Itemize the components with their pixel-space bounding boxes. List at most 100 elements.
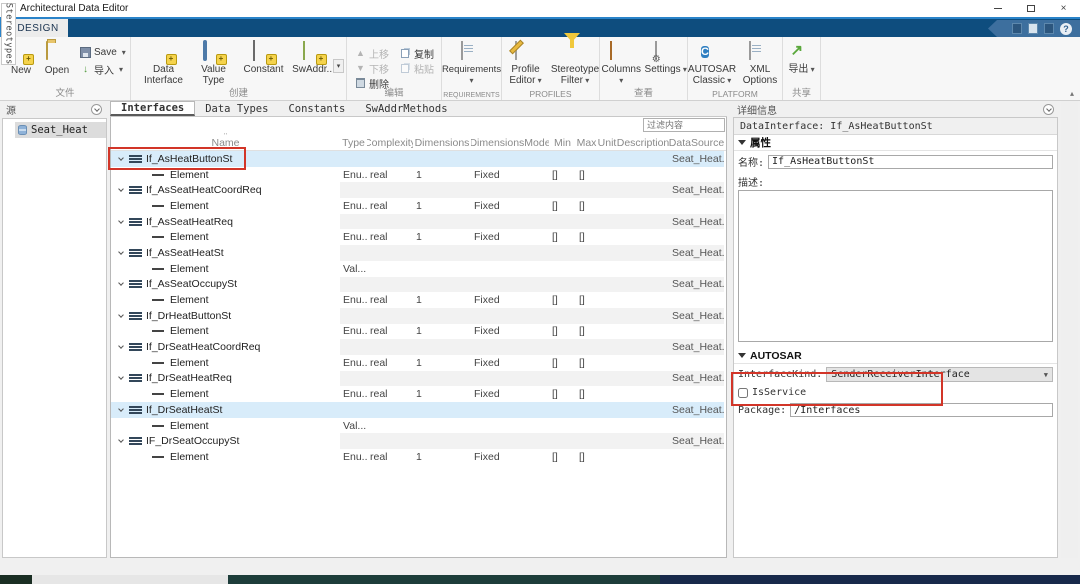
close-button[interactable]: × — [1047, 0, 1080, 17]
collapse-chevron-icon[interactable] — [118, 312, 124, 318]
interface-row[interactable]: If_DrSeatHeatStSeat_Heat... — [111, 402, 726, 418]
constant-button[interactable]: Constant — [240, 40, 288, 90]
column-header-dimensions[interactable]: Dimensions — [413, 133, 471, 150]
interface-row[interactable]: If_AsSeatOccupyStSeat_Heat... — [111, 277, 726, 293]
column-header-unit[interactable]: Unit — [597, 133, 617, 150]
column-header-datasource[interactable]: DataSource — [669, 133, 724, 150]
quick-paste-icon[interactable] — [1044, 23, 1054, 34]
help-icon[interactable]: ? — [1060, 23, 1072, 35]
element-row[interactable]: ElementEnu...real1Fixed[][] — [111, 292, 726, 308]
is-service-checkbox[interactable] — [738, 388, 748, 398]
column-header-description[interactable]: Description — [617, 133, 669, 150]
interface-row[interactable]: IF_DrSeatOccupyStSeat_Heat... — [111, 433, 726, 449]
data-interface-button[interactable]: Data Interface — [140, 40, 188, 90]
collapse-chevron-icon[interactable] — [118, 375, 124, 381]
autosar-classic-icon: C — [701, 42, 723, 62]
collapse-chevron-icon[interactable] — [118, 281, 124, 287]
xml-options-button[interactable]: XML Options — [738, 40, 782, 90]
autosar-classic-button[interactable]: C AUTOSAR Classic — [688, 40, 736, 90]
dimensionsmode-cell: Fixed — [471, 292, 549, 308]
column-header-min[interactable]: Min — [549, 133, 576, 150]
column-header-dimensionsmode[interactable]: DimensionsMode — [471, 133, 549, 150]
create-overflow-button[interactable]: ▾ — [333, 59, 344, 73]
datasource-cell: Seat_Heat... — [669, 308, 724, 324]
tab-constants[interactable]: Constants — [278, 101, 355, 116]
type-cell: Enu... — [340, 167, 367, 183]
source-panel-collapse-button[interactable] — [91, 104, 102, 115]
dimensions-cell: 1 — [413, 229, 471, 245]
settings-button[interactable]: Settings — [645, 40, 688, 90]
tab-swaddrmethods[interactable]: SwAddrMethods — [355, 101, 457, 116]
element-row[interactable]: ElementEnu...real1Fixed[][] — [111, 167, 726, 183]
move-down-button[interactable]: ▼下移 — [355, 62, 389, 74]
collapse-chevron-icon[interactable] — [118, 186, 124, 192]
filter-input[interactable] — [643, 118, 725, 132]
collapse-chevron-icon[interactable] — [118, 343, 124, 349]
element-row[interactable]: ElementVal... — [111, 261, 726, 277]
element-row[interactable]: ElementEnu...real1Fixed[][] — [111, 355, 726, 371]
name-field[interactable] — [768, 155, 1053, 169]
swaddr-button[interactable]: SwAddr... — [290, 40, 338, 90]
description-field[interactable] — [738, 190, 1053, 342]
minimize-button[interactable] — [981, 0, 1014, 17]
interface-row[interactable]: If_DrSeatHeatReqSeat_Heat... — [111, 371, 726, 387]
quick-save-icon[interactable] — [1012, 23, 1022, 34]
interface-row[interactable]: If_DrHeatButtonStSeat_Heat... — [111, 308, 726, 324]
package-field[interactable] — [790, 403, 1053, 417]
column-header-type[interactable]: Type — [340, 133, 367, 150]
paste-button[interactable]: 粘贴 — [399, 62, 434, 74]
tab-interfaces[interactable]: Interfaces — [110, 101, 195, 116]
import-button[interactable]: ↓ 导入▾ — [80, 62, 126, 77]
open-button[interactable]: Open — [40, 40, 74, 90]
save-button[interactable]: Save▾ — [80, 47, 126, 58]
collapse-chevron-icon[interactable] — [118, 437, 124, 443]
collapse-chevron-icon[interactable] — [118, 249, 124, 255]
collapse-chevron-icon[interactable] — [118, 406, 124, 412]
requirements-button[interactable]: Requirements — [443, 40, 501, 90]
tab-design[interactable]: DESIGN — [8, 19, 68, 37]
autosar-section-header[interactable]: AUTOSAR — [734, 348, 1057, 364]
group-label-profiles: PROFILES — [502, 89, 599, 99]
interface-kind-dropdown[interactable]: SenderReceiverInterface ▼ — [826, 367, 1053, 382]
max-cell: [] — [576, 355, 597, 371]
copy-button[interactable]: 复制 — [399, 47, 434, 59]
interface-row[interactable]: If_AsHeatButtonStSeat_Heat... — [111, 151, 726, 167]
columns-button[interactable]: Columns — [600, 40, 643, 90]
element-row[interactable]: ElementEnu...real1Fixed[][] — [111, 229, 726, 245]
column-header-max[interactable]: Max — [576, 133, 597, 150]
column-header-name[interactable]: Name^ — [111, 133, 340, 150]
collapse-chevron-icon[interactable] — [118, 218, 124, 224]
element-row[interactable]: ElementVal... — [111, 418, 726, 434]
element-row[interactable]: ElementEnu...real1Fixed[][] — [111, 449, 726, 465]
interface-row[interactable]: If_AsSeatHeatCoordReqSeat_Heat... — [111, 182, 726, 198]
export-button[interactable]: ↗ 导出 — [785, 40, 819, 90]
interface-row[interactable]: If_AsSeatHeatReqSeat_Heat... — [111, 214, 726, 230]
quick-copy-icon[interactable] — [1028, 23, 1038, 34]
column-header-complexity[interactable]: Complexity — [367, 133, 413, 150]
element-name: Element — [170, 263, 209, 275]
value-type-button[interactable]: Value Type — [190, 40, 238, 90]
min-cell: [] — [549, 386, 576, 402]
group-label-create: 创建 — [131, 85, 346, 99]
interface-row[interactable]: If_AsSeatHeatStSeat_Heat... — [111, 245, 726, 261]
element-name: Element — [170, 200, 209, 212]
profile-editor-button[interactable]: Profile Editor — [502, 40, 549, 90]
interface-row[interactable]: If_DrSeatHeatCoordReqSeat_Heat... — [111, 339, 726, 355]
tab-data-types[interactable]: Data Types — [195, 101, 278, 116]
tree-item-seat-heat[interactable]: Seat_Heat — [15, 122, 106, 138]
tab-stereotypes[interactable]: Stereotypes — [1, 3, 16, 65]
empty-cell — [471, 339, 549, 355]
datasource-cell: Seat_Heat... — [669, 245, 724, 261]
element-row[interactable]: ElementEnu...real1Fixed[][] — [111, 386, 726, 402]
details-panel-collapse-button[interactable] — [1043, 104, 1054, 115]
min-cell — [549, 418, 576, 434]
element-row[interactable]: ElementEnu...real1Fixed[][] — [111, 198, 726, 214]
collapse-chevron-icon[interactable] — [118, 155, 124, 161]
empty-cell — [576, 245, 597, 261]
stereotype-filter-button[interactable]: Stereotype Filter — [551, 40, 599, 90]
maximize-button[interactable] — [1014, 0, 1047, 17]
properties-section-header[interactable]: 属性 — [734, 135, 1057, 151]
collapse-ribbon-button[interactable]: ▴ — [1070, 89, 1074, 98]
element-row[interactable]: ElementEnu...real1Fixed[][] — [111, 324, 726, 340]
move-up-button[interactable]: ▲上移 — [355, 47, 389, 59]
